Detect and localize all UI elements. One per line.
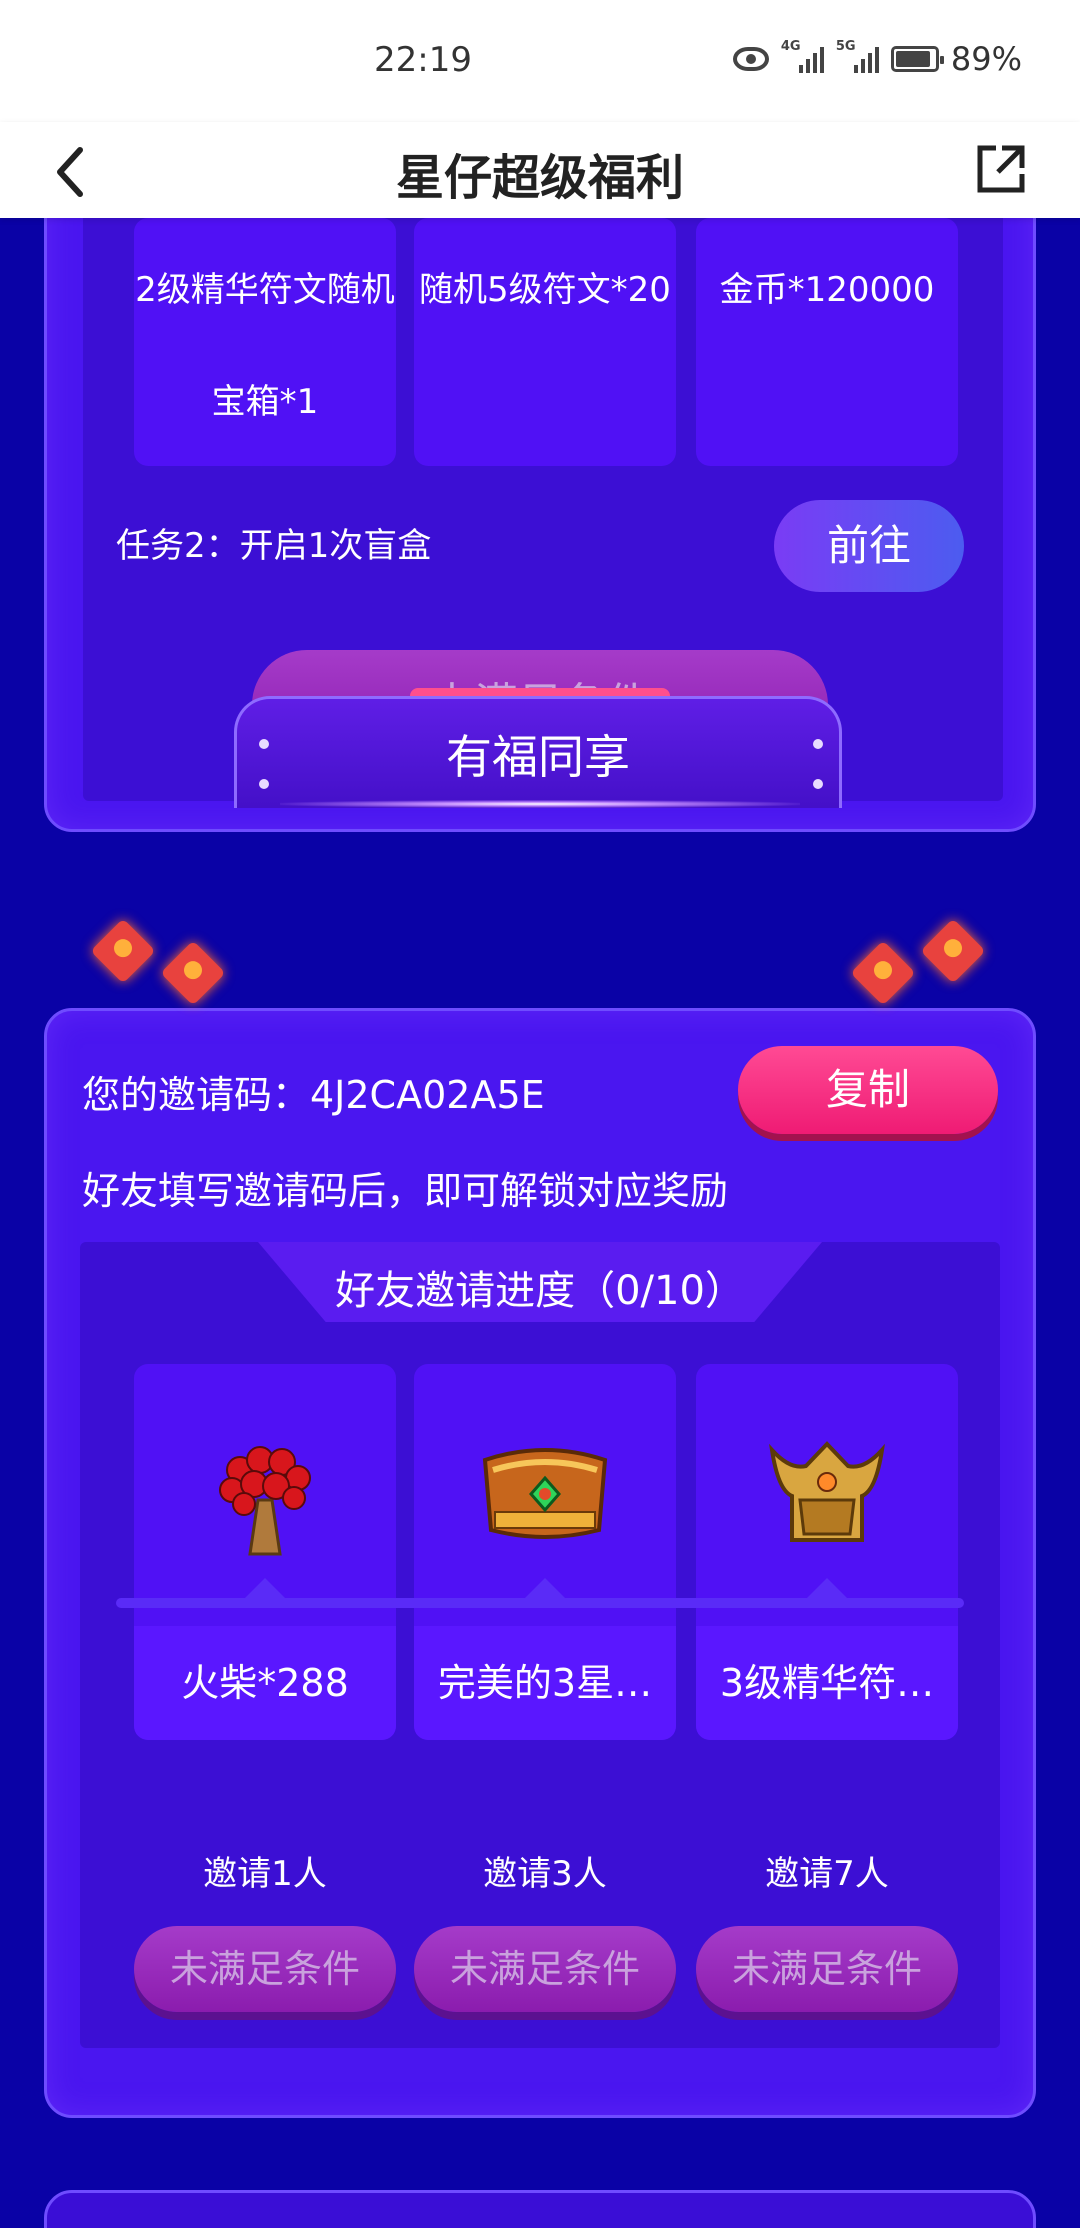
milestone-marker: [243, 1578, 287, 1600]
reward-name: 3级精华符…: [696, 1626, 958, 1740]
copy-button[interactable]: 复制: [738, 1046, 998, 1134]
milestone-marker: [523, 1578, 567, 1600]
reward-label: 随机5级符文*20: [419, 270, 671, 310]
eye-comfort-icon: [732, 47, 769, 71]
task2-label: 任务2：开启1次盲盒: [116, 526, 432, 566]
reward-card-1: 2级精华符文随机 宝箱*1: [134, 218, 396, 466]
signal-4g-icon: 4G: [781, 39, 824, 73]
milestone-claim-button[interactable]: 未满足条件: [696, 1926, 958, 2012]
reward-label: 2级精华符文随机 宝箱*1: [135, 270, 395, 422]
battery-icon: [890, 46, 944, 72]
signal-5g-icon: 5G: [836, 39, 879, 73]
invite-reward-card-2: 完美的3星…: [414, 1364, 676, 1740]
reward-name: 完美的3星…: [414, 1626, 676, 1740]
share-banner: 有福同享: [234, 696, 842, 808]
milestone-label: 邀请3人: [483, 1854, 607, 1894]
banner-glow: [280, 800, 800, 808]
invite-hint: 好友填写邀请码后，即可解锁对应奖励: [82, 1169, 729, 1213]
progress-title: 好友邀请进度（0/10）: [335, 1268, 745, 1314]
milestone-label: 邀请1人: [203, 1854, 327, 1894]
banner-title: 有福同享: [446, 730, 630, 784]
reward-card-3: 金币*120000: [696, 218, 958, 466]
page-title: 星仔超级福利: [395, 150, 684, 206]
status-time: 22:19: [374, 40, 472, 80]
reward-label: 金币*120000: [719, 270, 935, 310]
nav-bar: 星仔超级福利: [0, 122, 1080, 218]
milestone-marker: [805, 1578, 849, 1600]
share-icon[interactable]: [972, 140, 1030, 198]
invite-code-label: 您的邀请码：4J2CA02A5E: [82, 1073, 545, 1117]
milestone-claim-button[interactable]: 未满足条件: [414, 1926, 676, 2012]
status-bar: 22:19 4G 5G 89%: [0, 0, 1080, 122]
invite-reward-card-1: 火柴*288: [134, 1364, 396, 1740]
next-section-panel: [44, 2190, 1036, 2228]
go-button[interactable]: 前往: [774, 500, 964, 592]
battery-percent: 89%: [950, 40, 1022, 78]
invite-reward-card-3: 3级精华符…: [696, 1364, 958, 1740]
reward-name: 火柴*288: [134, 1626, 396, 1740]
milestone-label: 邀请7人: [765, 1854, 889, 1894]
reward-card-2: 随机5级符文*20: [414, 218, 676, 466]
milestone-claim-button[interactable]: 未满足条件: [134, 1926, 396, 2012]
status-icons: 4G 5G 89%: [732, 39, 1022, 78]
